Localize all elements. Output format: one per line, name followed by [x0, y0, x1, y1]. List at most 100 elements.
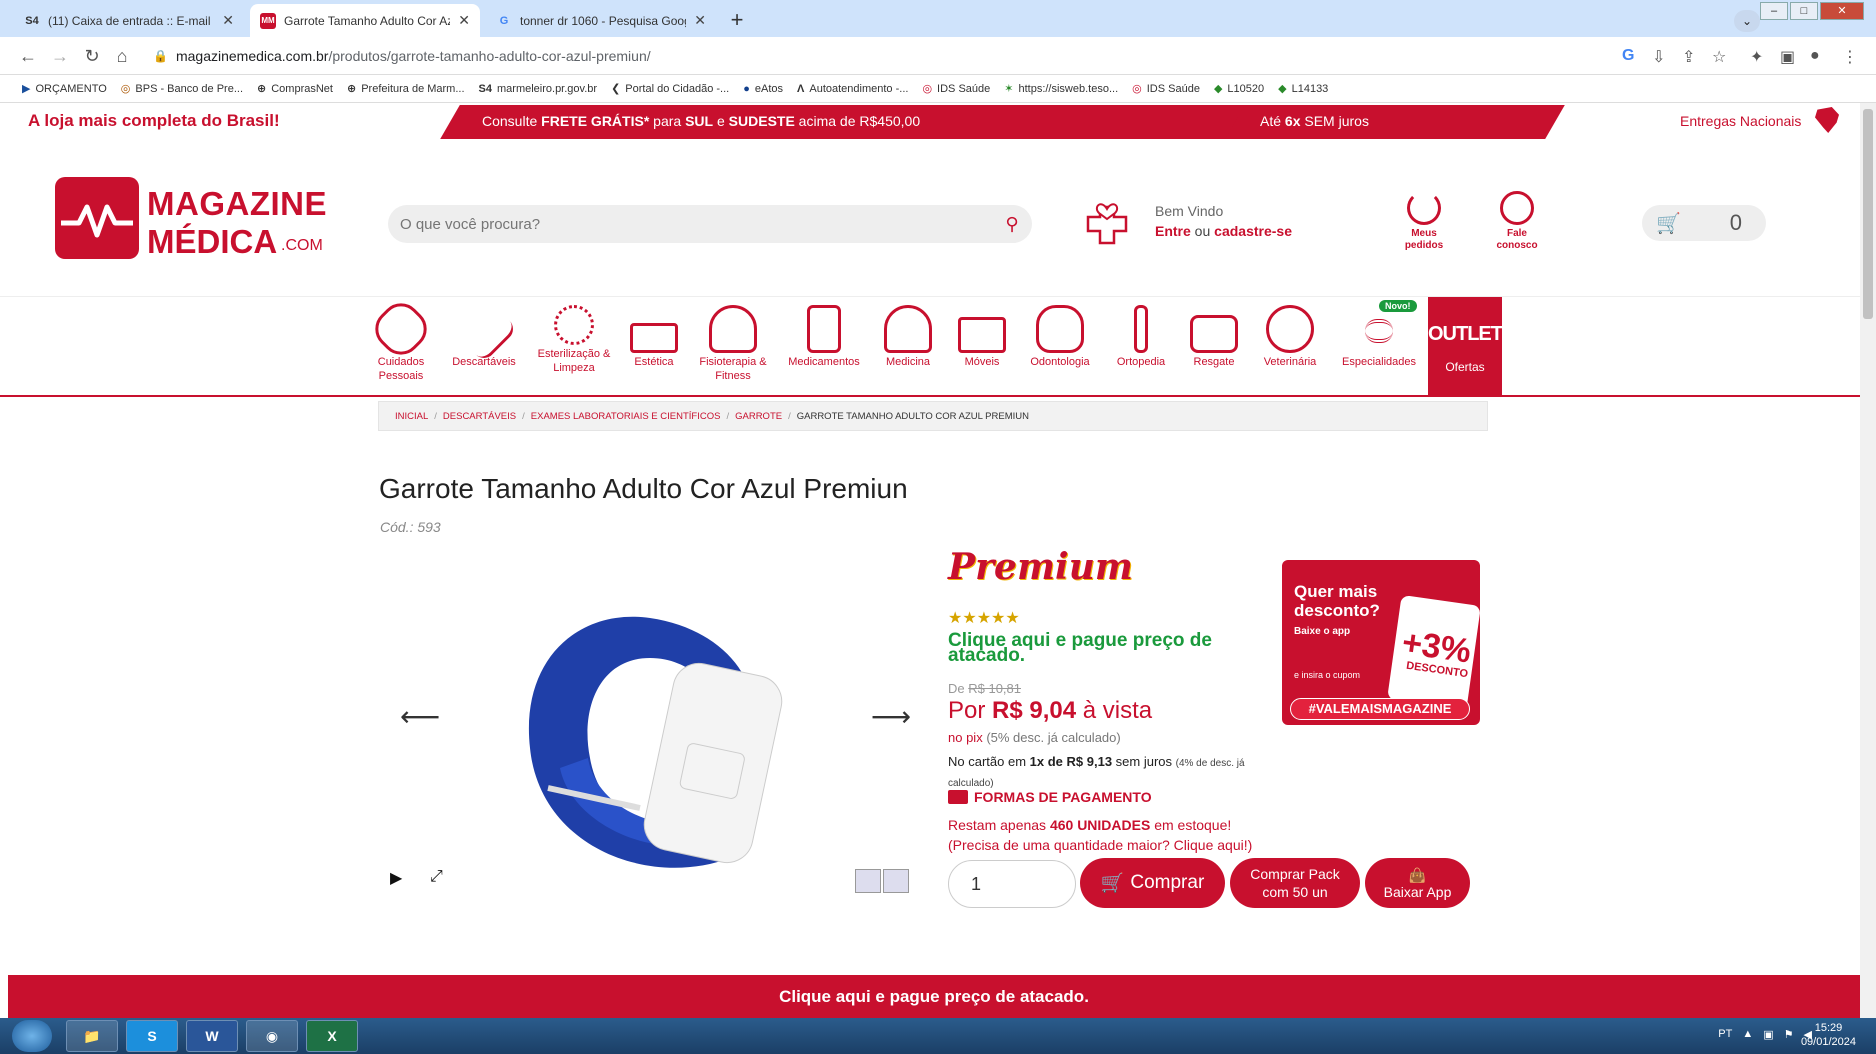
word-icon[interactable]: W [186, 1020, 238, 1052]
system-tray: PT ▲ ▣ ⚑ ◀ [1718, 1028, 1812, 1041]
excel-icon[interactable]: X [306, 1020, 358, 1052]
skype-icon[interactable]: S [126, 1020, 178, 1052]
bookmark-item[interactable]: Λ Autoatendimento -... [797, 83, 908, 95]
national-delivery-link[interactable]: Entregas Nacionais [1680, 113, 1801, 129]
thumbnail[interactable] [855, 869, 881, 893]
tab-google[interactable]: G tonner dr 1060 - Pesquisa Googl ✕ [486, 4, 716, 37]
tab-product[interactable]: MM Garrote Tamanho Adulto Cor Azu ✕ [250, 4, 480, 37]
category-medicamentos[interactable]: Medicamentos [782, 305, 866, 369]
home-icon[interactable]: ⌂ [110, 46, 134, 67]
contact-button[interactable]: Fale conosco [1487, 191, 1547, 252]
scrollbar-thumb[interactable] [1863, 109, 1873, 319]
star-icon[interactable]: ☆ [1712, 47, 1726, 67]
minimize-button[interactable]: – [1760, 2, 1788, 20]
reload-icon[interactable]: ↻ [80, 46, 104, 67]
prev-image-arrow-icon[interactable]: ⟵ [400, 700, 440, 733]
language-indicator[interactable]: PT [1718, 1028, 1732, 1041]
category-ortopedia[interactable]: Ortopedia [1108, 305, 1174, 369]
wholesale-bottom-bar[interactable]: Clique aqui e pague preço de atacado. [8, 975, 1860, 1018]
product-image[interactable] [500, 598, 810, 878]
installments-promo[interactable]: Até 6x SEM juros [1260, 113, 1369, 129]
flag-icon[interactable]: ⚑ [1784, 1028, 1794, 1041]
login-link[interactable]: Entre [1155, 223, 1191, 239]
buy-button[interactable]: 🛒 Comprar [1080, 858, 1225, 908]
network-icon[interactable]: ▣ [1763, 1028, 1773, 1041]
sidepanel-icon[interactable]: ▣ [1780, 47, 1795, 67]
app-discount-banner[interactable]: Quer mais desconto? Baixe o app +3% DESCO… [1282, 560, 1480, 725]
new-tab-button[interactable]: + [724, 8, 750, 34]
google-icon[interactable]: G [1622, 47, 1634, 65]
start-button[interactable] [12, 1020, 52, 1052]
payment-methods-link[interactable]: FORMAS DE PAGAMENTO [948, 789, 1152, 805]
address-bar[interactable]: 🔒 magazinemedica.com.br /produtos/garrot… [143, 42, 1583, 70]
breadcrumb-link[interactable]: GARROTE [735, 411, 782, 422]
paw-icon [1266, 305, 1314, 353]
bookmark-item[interactable]: ✶ https://sisweb.teso... [1004, 82, 1118, 96]
back-icon[interactable]: ← [16, 46, 40, 67]
category-medicina[interactable]: Medicina [876, 305, 940, 369]
close-icon[interactable]: ✕ [222, 12, 234, 29]
logo-text[interactable]: MÉDICA [147, 223, 277, 261]
share-icon[interactable]: ⇪ [1682, 47, 1695, 67]
category-especialidades[interactable]: Especialidades [1336, 305, 1422, 369]
breadcrumb-link[interactable]: DESCARTÁVEIS [443, 411, 516, 422]
category-odontologia[interactable]: Odontologia [1022, 305, 1098, 369]
bookmark-item[interactable]: ⊕ Prefeitura de Marm... [347, 82, 465, 96]
tab-email[interactable]: S4 (11) Caixa de entrada :: E-mail - n ✕ [14, 4, 244, 37]
category-esterilizacao[interactable]: Esterilização & Limpeza [530, 305, 618, 375]
bookmark-item[interactable]: ◆ L10520 [1214, 82, 1264, 96]
tab-search-button[interactable]: ⌄ [1734, 10, 1760, 32]
menu-icon[interactable]: ⋮ [1842, 47, 1858, 67]
cart-button[interactable]: 🛒 0 [1642, 205, 1766, 241]
category-cuidados-pessoais[interactable]: Cuidados Pessoais [366, 295, 436, 383]
my-orders-button[interactable]: Meus pedidos [1394, 191, 1454, 252]
search-icon[interactable]: ⚲ [992, 214, 1032, 235]
bookmark-item[interactable]: ◎ IDS Saúde [1132, 82, 1200, 96]
wholesale-link[interactable]: Clique aqui e pague preço de atacado. [948, 631, 1248, 665]
chrome-icon[interactable]: ◉ [246, 1020, 298, 1052]
file-explorer-icon[interactable]: 📁 [66, 1020, 118, 1052]
extensions-icon[interactable]: ✦ [1750, 47, 1763, 67]
install-icon[interactable]: ⇩ [1652, 47, 1665, 67]
category-descartaveis[interactable]: Descartáveis [446, 295, 522, 369]
thumbnail[interactable] [883, 869, 909, 893]
outlet-button[interactable]: OUTLET Ofertas [1428, 297, 1503, 395]
category-resgate[interactable]: Resgate [1184, 305, 1244, 369]
logo-heartbeat-icon[interactable] [55, 177, 139, 259]
quantity-input[interactable] [948, 860, 1076, 908]
breadcrumb-link[interactable]: INICIAL [395, 411, 428, 422]
search-input[interactable] [388, 215, 992, 233]
register-link[interactable]: cadastre-se [1214, 223, 1292, 239]
buy-pack-button[interactable]: Comprar Pack com 50 un [1230, 858, 1360, 908]
download-app-button[interactable]: 👜 Baixar App [1365, 858, 1470, 908]
next-image-arrow-icon[interactable]: ⟶ [871, 700, 911, 733]
category-estetica[interactable]: Estética [624, 305, 684, 369]
close-icon[interactable]: ✕ [458, 12, 470, 29]
bookmark-item[interactable]: ● eAtos [743, 83, 783, 95]
logo-text[interactable]: MAGAZINE [147, 185, 327, 223]
category-fisioterapia[interactable]: Fisioterapia & Fitness [690, 305, 776, 383]
close-window-button[interactable]: ✕ [1820, 2, 1864, 20]
tray-expand-icon[interactable]: ▲ [1742, 1028, 1753, 1041]
category-moveis[interactable]: Móveis [950, 305, 1014, 369]
larger-quantity-link[interactable]: (Precisa de uma quantidade maior? Clique… [948, 837, 1252, 853]
forward-icon[interactable]: → [48, 46, 72, 67]
bookmark-item[interactable]: ▶ ORÇAMENTO [22, 82, 107, 96]
free-shipping-promo[interactable]: Consulte FRETE GRÁTIS* para SUL e SUDEST… [482, 113, 920, 129]
play-icon[interactable]: ▶ [390, 868, 402, 888]
bookmark-item[interactable]: ◎ BPS - Banco de Pre... [121, 82, 243, 96]
stock-info[interactable]: Restam apenas 460 UNIDADES em estoque! (P… [948, 815, 1288, 855]
bookmark-item[interactable]: ◎ IDS Saúde [922, 82, 990, 96]
bookmark-item[interactable]: ⊕ ComprasNet [257, 82, 333, 96]
close-icon[interactable]: ✕ [694, 12, 706, 29]
category-veterinaria[interactable]: Veterinária [1254, 305, 1326, 369]
clock[interactable]: 15:29 09/01/2024 [1801, 1021, 1856, 1049]
breadcrumb-link[interactable]: EXAMES LABORATORIAIS E CIENTÍFICOS [531, 411, 721, 422]
profile-icon[interactable]: ● [1810, 47, 1820, 65]
expand-icon[interactable]: ⤢ [430, 868, 443, 886]
bookmark-item[interactable]: ◆ L14133 [1278, 82, 1328, 96]
maximize-button[interactable]: □ [1790, 2, 1818, 20]
bookmark-item[interactable]: ❮ Portal do Cidadão -... [611, 82, 729, 96]
bookmark-item[interactable]: S4 marmeleiro.pr.gov.br [479, 83, 598, 95]
page-scrollbar[interactable] [1860, 103, 1876, 1018]
